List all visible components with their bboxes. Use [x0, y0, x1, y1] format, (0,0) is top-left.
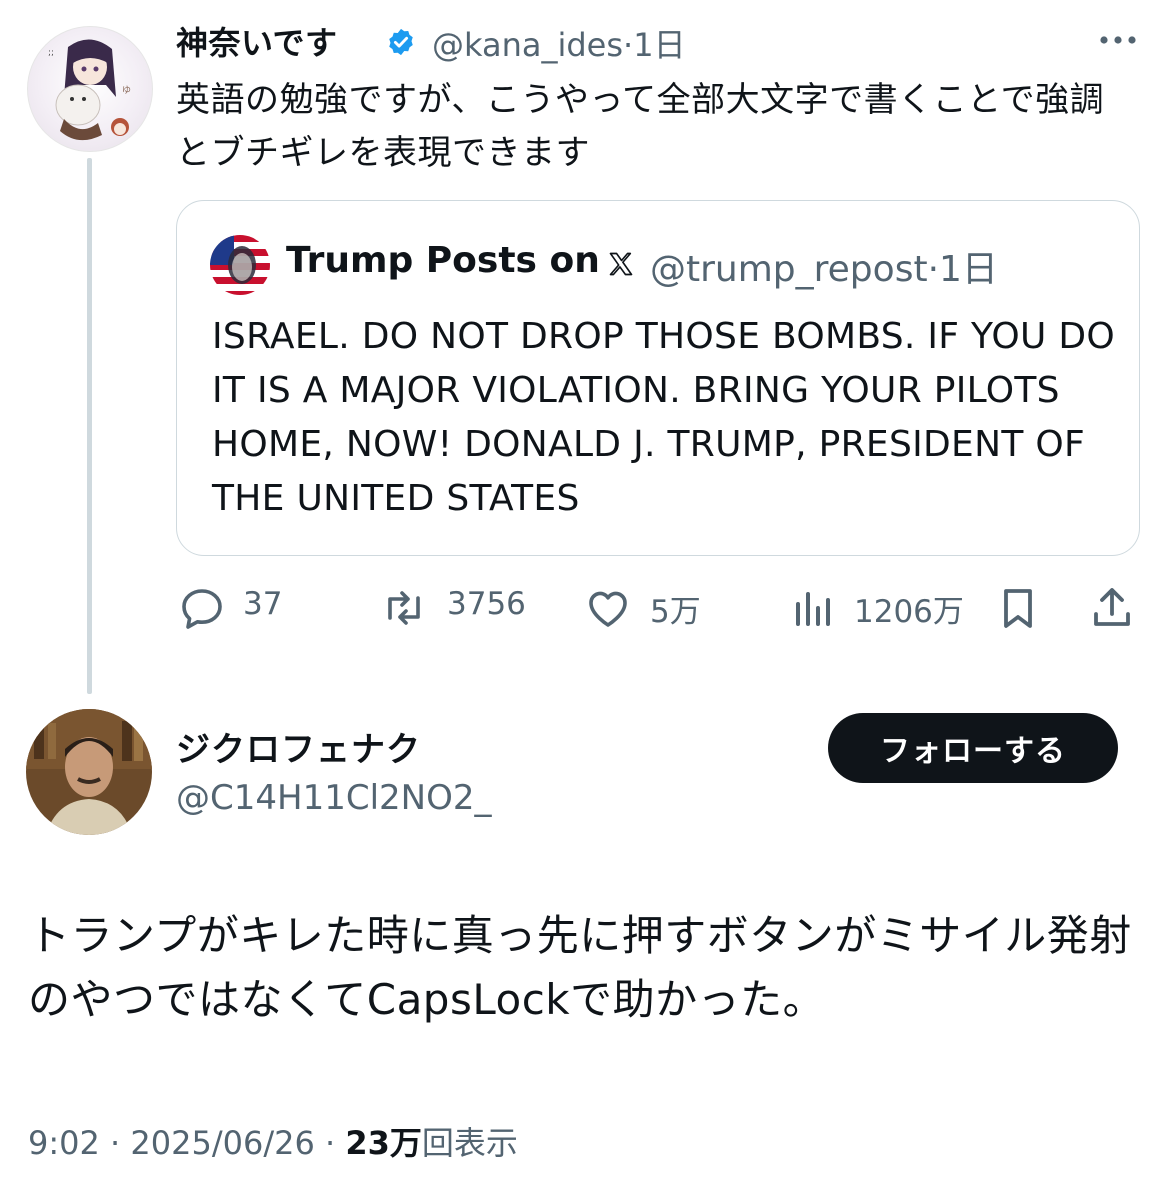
- author-handle[interactable]: @kana_ides: [432, 26, 623, 64]
- reply-author-avatar[interactable]: [26, 709, 152, 835]
- tweet-time[interactable]: 1日: [633, 26, 685, 64]
- separator-dot: ·: [110, 1124, 121, 1162]
- quoted-author-handle[interactable]: @trump_repost: [650, 249, 928, 290]
- tweet-date[interactable]: 2025/06/26: [130, 1124, 314, 1162]
- portrait-photo-image: [26, 709, 152, 835]
- retweet-count: 3756: [447, 586, 526, 622]
- follow-button[interactable]: フォローする: [828, 713, 1118, 783]
- separator-dot: ·: [623, 26, 634, 64]
- quoted-author-name[interactable]: Trump Posts on: [286, 240, 600, 281]
- author-display-name[interactable]: 神奈いです: [176, 18, 338, 64]
- quoted-author-avatar[interactable]: [210, 235, 270, 295]
- bookmark-icon[interactable]: [994, 584, 1042, 632]
- reply-count: 37: [243, 586, 283, 622]
- retweet-icon[interactable]: [380, 584, 428, 632]
- view-suffix: 回表示: [421, 1124, 518, 1162]
- tweet-view-count: 23万: [345, 1124, 422, 1162]
- tweet-text: 英語の勉強ですが、こうやって全部大文字で書くことで強調とブチギレを表現できます: [176, 80, 1105, 173]
- like-count: 5万: [650, 594, 701, 630]
- quoted-tweet-text: ISRAEL. DO NOT DROP THOSE BOMBS. IF YOU …: [212, 316, 1116, 519]
- tweet-meta: 9:02 · 2025/06/26 · 23万回表示: [28, 1118, 518, 1164]
- svg-text:ゆ: ゆ: [122, 85, 131, 96]
- quoted-tweet-time[interactable]: 1日: [939, 249, 998, 290]
- flag-portrait-image: [210, 235, 270, 295]
- like-icon[interactable]: [584, 584, 632, 632]
- quoted-handle-and-time: @trump_repost·1日: [650, 240, 998, 292]
- share-icon[interactable]: [1088, 584, 1136, 632]
- views-icon[interactable]: [790, 584, 838, 632]
- more-icon[interactable]: [1096, 30, 1140, 50]
- anime-avatar-image: ゆ ;;: [48, 39, 131, 141]
- reply-icon[interactable]: [178, 584, 226, 632]
- tweet-timestamp[interactable]: 9:02: [28, 1124, 100, 1162]
- svg-text:;;: ;;: [48, 48, 54, 58]
- author-avatar[interactable]: ゆ ;;: [27, 26, 153, 152]
- verified-badge-icon: [389, 28, 413, 56]
- reply-author-handle[interactable]: @C14H11Cl2NO2_: [176, 778, 491, 818]
- reply-tweet-text: トランプがキレた時に真っ先に押すボタンがミサイル発射のやつではなくてCapsLo…: [28, 911, 1132, 1024]
- x-logo-icon: [609, 252, 633, 276]
- separator-dot: ·: [927, 249, 940, 290]
- separator-dot: ·: [324, 1124, 336, 1162]
- author-handle-and-time: @kana_ides·1日: [432, 20, 686, 66]
- view-count: 1206万: [854, 594, 964, 630]
- reply-author-name[interactable]: ジクロフェナク: [176, 722, 421, 771]
- thread-connector-line: [87, 158, 92, 694]
